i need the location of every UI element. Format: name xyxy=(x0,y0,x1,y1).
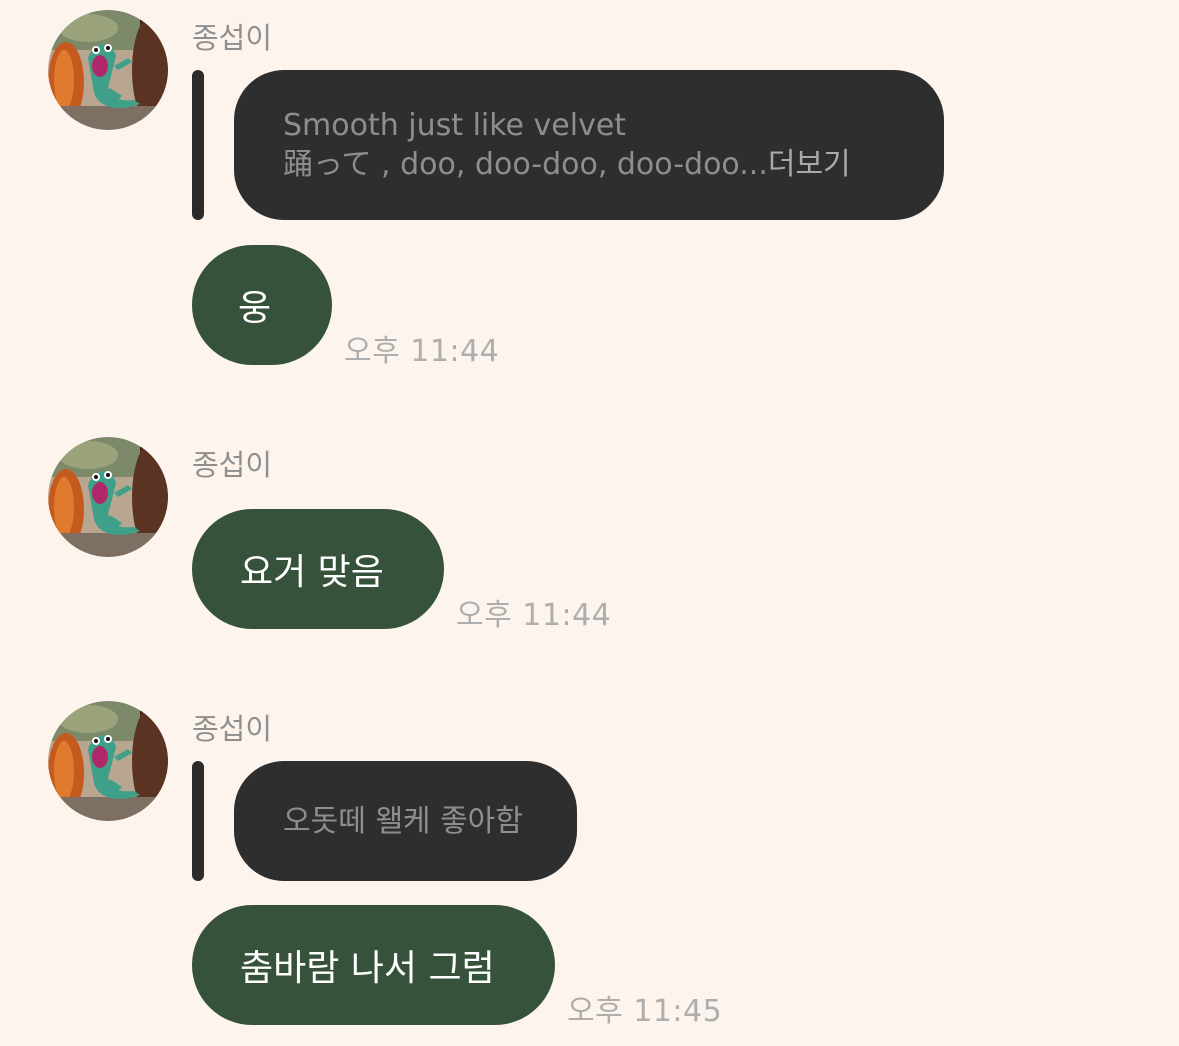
avatar[interactable] xyxy=(48,701,168,821)
profile-avatar-icon xyxy=(48,701,168,821)
message-group-1: 종섭이 Smooth just like velvet 踊って , doo, d… xyxy=(0,0,1179,380)
message-timestamp: 오후 11:44 xyxy=(344,334,500,369)
message-text: 웅 xyxy=(238,288,272,329)
reply-quote-line-1: Smooth just like velvet xyxy=(283,108,627,143)
sender-name: 종섭이 xyxy=(192,712,273,746)
reply-quote-line-1: 오돗떼 왤케 좋아함 xyxy=(283,803,523,839)
reply-indicator-bar xyxy=(192,761,204,881)
reply-indicator-bar xyxy=(192,70,204,220)
reply-quote-line-2: 踊って , doo, doo-doo, doo-doo...더보기 xyxy=(283,145,944,184)
message-text: 춤바람 나서 그럼 xyxy=(240,948,495,989)
avatar[interactable] xyxy=(48,437,168,557)
message-bubble[interactable]: 웅 xyxy=(192,245,332,365)
message-bubble[interactable]: 요거 맞음 xyxy=(192,509,444,629)
message-timestamp: 오후 11:45 xyxy=(567,994,723,1029)
message-text: 요거 맞음 xyxy=(240,552,384,593)
message-timestamp: 오후 11:44 xyxy=(456,598,612,633)
more-link[interactable]: 더보기 xyxy=(768,147,851,182)
profile-avatar-icon xyxy=(48,10,168,130)
reply-quote-bubble[interactable]: 오돗떼 왤케 좋아함 xyxy=(234,761,577,881)
sender-name: 종섭이 xyxy=(192,448,273,482)
reply-quote-bubble[interactable]: Smooth just like velvet 踊って , doo, doo-d… xyxy=(234,70,944,220)
sender-name: 종섭이 xyxy=(192,21,273,55)
profile-avatar-icon xyxy=(48,437,168,557)
message-bubble[interactable]: 춤바람 나서 그럼 xyxy=(192,905,555,1025)
reply-quote-line-2-text: 踊って , doo, doo-doo, doo-doo... xyxy=(283,147,768,182)
message-group-3: 종섭이 오돗떼 왤케 좋아함 춤바람 나서 그럼 오후 11:45 xyxy=(0,0,1179,1029)
avatar[interactable] xyxy=(48,10,168,130)
